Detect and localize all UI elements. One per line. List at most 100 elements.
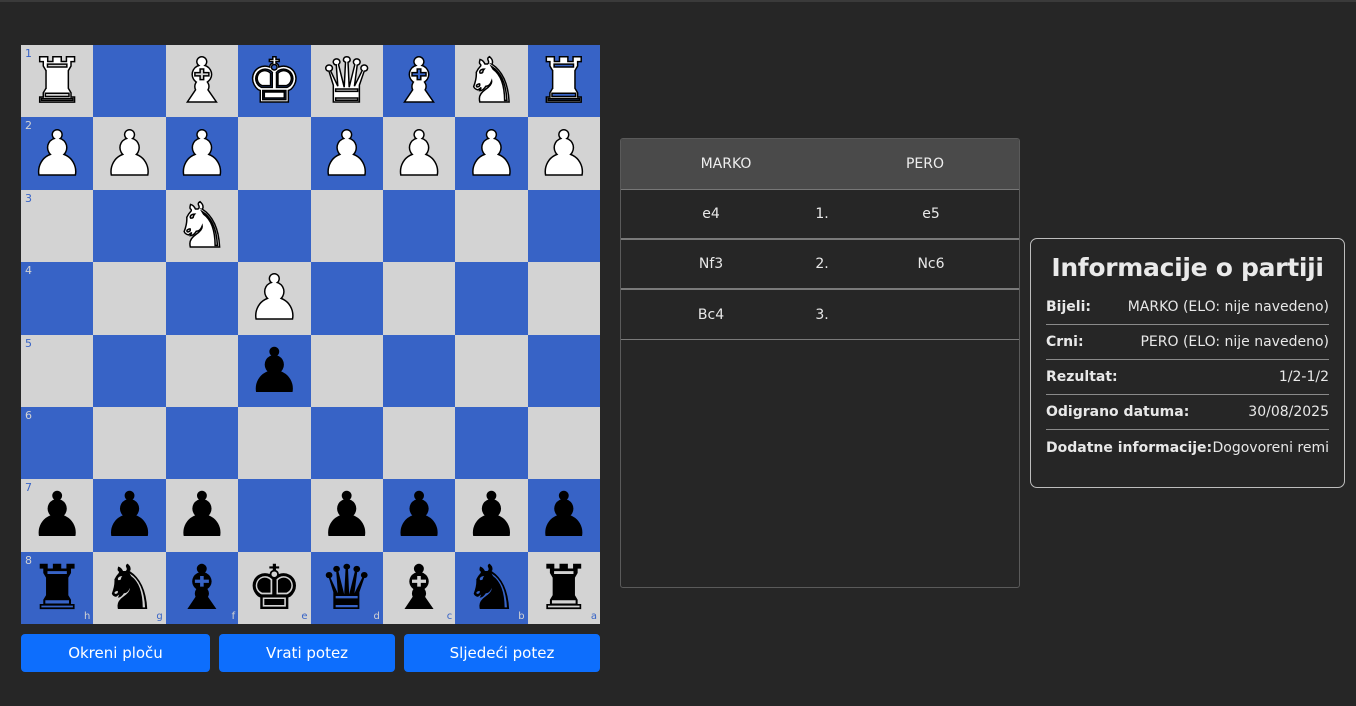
board-square[interactable]: 7 ♟ bbox=[21, 479, 94, 552]
board-square[interactable]: ♜ bbox=[527, 44, 600, 118]
black-bishop-icon[interactable]: ♝ bbox=[391, 551, 447, 624]
board-square[interactable]: 3 bbox=[21, 189, 94, 263]
next-move-button[interactable]: Sljedeći potez bbox=[404, 634, 600, 672]
white-pawn-icon[interactable]: ♟ bbox=[535, 116, 592, 190]
board-square[interactable]: ♟ bbox=[165, 479, 239, 552]
white-rook-icon[interactable]: ♜ bbox=[29, 44, 86, 118]
white-bishop-icon[interactable]: ♝ bbox=[173, 44, 230, 118]
board-square[interactable]: ♟ bbox=[310, 479, 383, 552]
white-pawn-icon[interactable]: ♟ bbox=[173, 116, 230, 190]
board-square[interactable] bbox=[382, 189, 456, 263]
board-square[interactable] bbox=[455, 262, 528, 335]
board-square[interactable] bbox=[93, 262, 166, 335]
black-knight-icon[interactable]: ♞ bbox=[102, 551, 158, 624]
board-square[interactable] bbox=[310, 189, 383, 263]
board-square[interactable] bbox=[93, 45, 166, 118]
white-queen-icon[interactable]: ♛ bbox=[318, 44, 375, 118]
board-square[interactable]: ♟ bbox=[165, 116, 239, 190]
black-pawn-icon[interactable]: ♟ bbox=[29, 479, 85, 551]
undo-move-button[interactable]: Vrati potez bbox=[219, 634, 395, 672]
flip-board-button[interactable]: Okreni ploču bbox=[21, 634, 210, 672]
white-rook-icon[interactable]: ♜ bbox=[535, 44, 592, 118]
black-pawn-icon[interactable]: ♟ bbox=[247, 334, 303, 407]
board-square[interactable]: d ♛ bbox=[310, 551, 383, 624]
board-square[interactable]: ♟ bbox=[93, 479, 166, 552]
black-queen-icon[interactable]: ♛ bbox=[319, 551, 375, 624]
board-square[interactable] bbox=[382, 262, 456, 335]
board-square[interactable] bbox=[165, 406, 239, 480]
black-pawn-icon[interactable]: ♟ bbox=[102, 479, 158, 551]
black-pawn-icon[interactable]: ♟ bbox=[464, 479, 520, 551]
board-square[interactable]: ♛ bbox=[310, 44, 383, 118]
board-square[interactable]: 8 h ♜ bbox=[21, 551, 94, 624]
board-square[interactable] bbox=[165, 334, 239, 407]
white-king-icon[interactable]: ♚ bbox=[246, 44, 303, 118]
black-pawn-icon[interactable]: ♟ bbox=[319, 479, 375, 551]
board-square[interactable]: ♚ bbox=[238, 44, 311, 118]
board-square[interactable] bbox=[238, 189, 311, 263]
board-square[interactable]: a ♜ bbox=[527, 551, 600, 624]
board-square[interactable]: e ♚ bbox=[238, 551, 311, 624]
board-square[interactable]: 1 ♜ bbox=[21, 44, 94, 118]
black-knight-icon[interactable]: ♞ bbox=[464, 551, 520, 624]
board-square[interactable]: ♝ bbox=[382, 44, 456, 118]
board-square[interactable] bbox=[382, 406, 456, 480]
board-square[interactable]: ♟ bbox=[527, 479, 600, 552]
board-square[interactable]: b ♞ bbox=[455, 551, 528, 624]
board-square[interactable] bbox=[238, 479, 311, 552]
board-square[interactable] bbox=[455, 406, 528, 480]
board-square[interactable]: ♟ bbox=[527, 116, 600, 190]
board-square[interactable]: ♝ bbox=[165, 44, 239, 118]
board-square[interactable] bbox=[310, 406, 383, 480]
white-pawn-icon[interactable]: ♟ bbox=[29, 116, 86, 190]
board-square[interactable] bbox=[93, 189, 166, 263]
black-king-icon[interactable]: ♚ bbox=[247, 551, 303, 624]
board-square[interactable] bbox=[527, 189, 600, 263]
white-knight-icon[interactable]: ♞ bbox=[463, 44, 520, 118]
white-pawn-icon[interactable]: ♟ bbox=[318, 116, 375, 190]
board-square[interactable]: ♟ bbox=[93, 116, 166, 190]
board-square[interactable]: ♟ bbox=[310, 116, 383, 190]
move-row[interactable]: Bc4 3. bbox=[621, 290, 1019, 340]
board-square[interactable]: ♞ bbox=[455, 44, 528, 118]
white-bishop-icon[interactable]: ♝ bbox=[391, 44, 448, 118]
white-knight-icon[interactable]: ♞ bbox=[173, 189, 230, 263]
board-square[interactable] bbox=[238, 406, 311, 480]
board-square[interactable]: 5 bbox=[21, 334, 94, 407]
move-row[interactable]: Nf3 2. Nc6 bbox=[621, 240, 1019, 290]
board-square[interactable]: 6 bbox=[21, 406, 94, 480]
board-square[interactable] bbox=[93, 334, 166, 407]
white-pawn-icon[interactable]: ♟ bbox=[463, 116, 520, 190]
board-square[interactable]: 2 ♟ bbox=[21, 116, 94, 190]
board-square[interactable] bbox=[527, 262, 600, 335]
board-square[interactable]: ♟ bbox=[455, 116, 528, 190]
board-square[interactable] bbox=[527, 334, 600, 407]
board-square[interactable] bbox=[527, 406, 600, 480]
board-square[interactable]: ♟ bbox=[238, 261, 311, 335]
board-square[interactable]: ♟ bbox=[382, 116, 456, 190]
black-pawn-icon[interactable]: ♟ bbox=[174, 479, 230, 551]
board-square[interactable] bbox=[382, 334, 456, 407]
board-square[interactable]: ♟ bbox=[382, 479, 456, 552]
move-row[interactable]: e4 1. e5 bbox=[621, 190, 1019, 240]
board-square[interactable] bbox=[310, 262, 383, 335]
board-square[interactable] bbox=[238, 117, 311, 190]
board-square[interactable] bbox=[310, 334, 383, 407]
board-square[interactable] bbox=[93, 406, 166, 480]
white-pawn-icon[interactable]: ♟ bbox=[101, 116, 158, 190]
board-square[interactable]: ♟ bbox=[455, 479, 528, 552]
board-square[interactable]: ♞ bbox=[165, 189, 239, 263]
board-square[interactable]: c ♝ bbox=[382, 551, 456, 624]
board-square[interactable]: ♟ bbox=[238, 334, 311, 407]
board-square[interactable] bbox=[455, 334, 528, 407]
black-pawn-icon[interactable]: ♟ bbox=[536, 479, 592, 551]
black-rook-icon[interactable]: ♜ bbox=[29, 551, 85, 624]
black-pawn-icon[interactable]: ♟ bbox=[391, 479, 447, 551]
board-square[interactable]: f ♝ bbox=[165, 551, 239, 624]
board-square[interactable] bbox=[455, 189, 528, 263]
black-rook-icon[interactable]: ♜ bbox=[536, 551, 592, 624]
board-square[interactable] bbox=[165, 262, 239, 335]
chess-board[interactable]: 1 ♜ ♝ ♚ ♛ ♝ ♞ ♜ 2 ♟ ♟ ♟ ♟ ♟ ♟ ♟ 3 ♞ 4 ♟ 5 ♟ 6 7 ♟ ♟ ♟ ♟ ♟ ♟ ♟ 8 h ♜ g ♞ f ♝ e ♚… bbox=[21, 44, 600, 624]
board-square[interactable]: g ♞ bbox=[93, 551, 166, 624]
white-pawn-icon[interactable]: ♟ bbox=[246, 261, 303, 335]
